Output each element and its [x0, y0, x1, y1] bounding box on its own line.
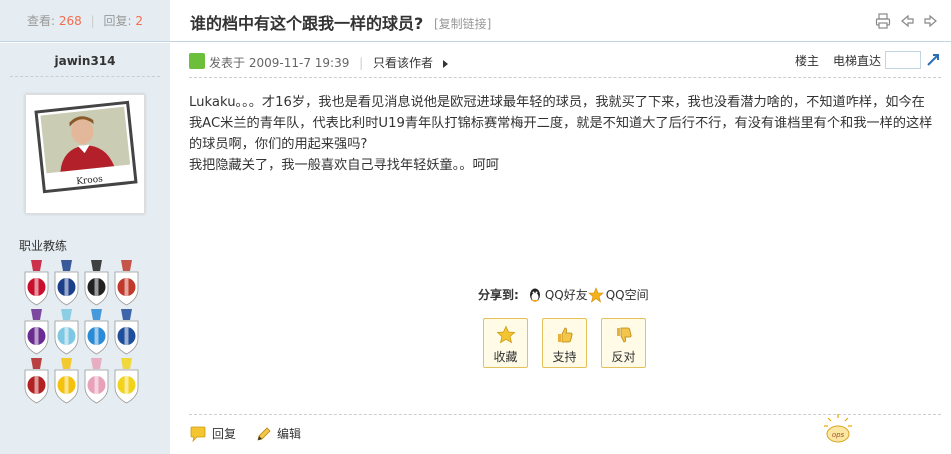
floor-label: 楼主	[794, 53, 819, 68]
post-actions: 收藏 支持 反对	[483, 318, 646, 368]
qq-zone-icon	[587, 286, 604, 303]
chievo-medal-icon[interactable]	[52, 357, 81, 406]
lazio-medal-icon[interactable]	[52, 308, 81, 357]
thumbs-down-icon	[616, 327, 632, 343]
reply-button[interactable]: 回复	[189, 425, 236, 442]
favorite-button[interactable]: 收藏	[483, 318, 528, 368]
elevator-input[interactable]	[885, 51, 921, 69]
ops-bulb-icon[interactable]: ops	[818, 412, 860, 446]
ac-milan-medal-icon[interactable]	[22, 259, 51, 308]
support-button[interactable]: 支持	[542, 318, 587, 368]
oppose-button[interactable]: 反对	[601, 318, 646, 368]
print-icon[interactable]	[875, 13, 891, 29]
post-header-divider	[189, 77, 941, 78]
copy-link-button[interactable]: [复制链接]	[434, 15, 491, 32]
speech-bubble-icon	[190, 426, 206, 442]
qq-friend-label: QQ好友	[544, 288, 588, 302]
parma-medal-icon[interactable]	[112, 357, 141, 406]
napoli-medal-icon[interactable]	[82, 308, 111, 357]
go-floor-icon[interactable]	[925, 52, 941, 68]
post-paragraph: Lukaku。。。才16岁，我也是看见消息说他是欧冠进球最年轻的球员，我就买了下…	[189, 95, 933, 152]
medal-list	[22, 259, 142, 406]
post-meta: 发表于 2009-11-7 19:39 | 只看该作者	[209, 54, 448, 71]
edit-label: 编辑	[277, 427, 302, 441]
thread-title-bar: 谁的档中有这个跟我一样的球员? [复制链接]	[170, 0, 951, 42]
posted-prefix: 发表于	[209, 56, 246, 70]
roma-medal-icon[interactable]	[112, 259, 141, 308]
views-count: 268	[58, 14, 82, 28]
avatar[interactable]: Kroos	[25, 94, 145, 214]
pencil-icon	[257, 426, 271, 441]
star-icon	[496, 325, 515, 344]
post-footer: 回复 编辑	[189, 425, 321, 442]
support-label: 支持	[552, 350, 577, 364]
share-qq-friend[interactable]: QQ好友	[527, 286, 588, 303]
thread-tools	[875, 13, 939, 29]
reply-label: 回复	[212, 427, 237, 441]
inter-milan-medal-icon[interactable]	[52, 259, 81, 308]
author-name[interactable]: jawin314	[0, 54, 170, 68]
sampdoria-medal-icon[interactable]	[112, 308, 141, 357]
thumbs-up-icon	[557, 327, 573, 343]
fiorentina-medal-icon[interactable]	[22, 308, 51, 357]
edit-button[interactable]: 编辑	[256, 425, 301, 442]
online-status-icon	[189, 53, 205, 69]
next-thread-icon[interactable]	[923, 13, 939, 29]
post-paragraph: 我把隐藏关了，我一般喜欢自己寻找年轻妖童。。呵呵	[189, 158, 499, 173]
svg-text:ops: ops	[832, 431, 845, 439]
thread-stats: 查看: 268 | 回复: 2	[0, 0, 170, 42]
meta-divider: |	[359, 56, 364, 70]
oppose-label: 反对	[611, 350, 636, 364]
author-sidebar: jawin314 Kroos 职业教练	[0, 43, 170, 454]
replies-count: 2	[135, 14, 143, 28]
share-qq-zone[interactable]: QQ空间	[587, 286, 649, 303]
genoa-medal-icon[interactable]	[22, 357, 51, 406]
views-label: 查看:	[27, 14, 56, 28]
posted-time: 2009-11-7 19:39	[248, 56, 350, 70]
caret-right-icon	[442, 59, 448, 68]
share-bar: 分享到: QQ好友 QQ空间	[478, 286, 649, 303]
only-author-link[interactable]: 只看该作者	[373, 56, 433, 70]
user-group[interactable]: 职业教练	[19, 237, 67, 254]
stats-divider: |	[90, 14, 95, 28]
post-header: 发表于 2009-11-7 19:39 | 只看该作者 楼主 电梯直达	[189, 49, 941, 73]
favorite-label: 收藏	[493, 350, 518, 364]
replies-label: 回复:	[103, 14, 132, 28]
juventus-medal-icon[interactable]	[82, 259, 111, 308]
post-content: Lukaku。。。才16岁，我也是看见消息说他是欧冠进球最年轻的球员，我就买了下…	[189, 92, 937, 176]
previous-thread-icon[interactable]	[899, 13, 915, 29]
elevator-label: 电梯直达	[832, 53, 881, 68]
qq-zone-label: QQ空间	[605, 288, 649, 302]
floor-tools: 楼主 电梯直达	[795, 51, 941, 69]
thread-title[interactable]: 谁的档中有这个跟我一样的球员?	[190, 10, 423, 34]
qq-penguin-icon	[527, 287, 543, 303]
share-label: 分享到:	[478, 288, 519, 302]
author-divider	[10, 76, 160, 77]
palermo-medal-icon[interactable]	[82, 357, 111, 406]
